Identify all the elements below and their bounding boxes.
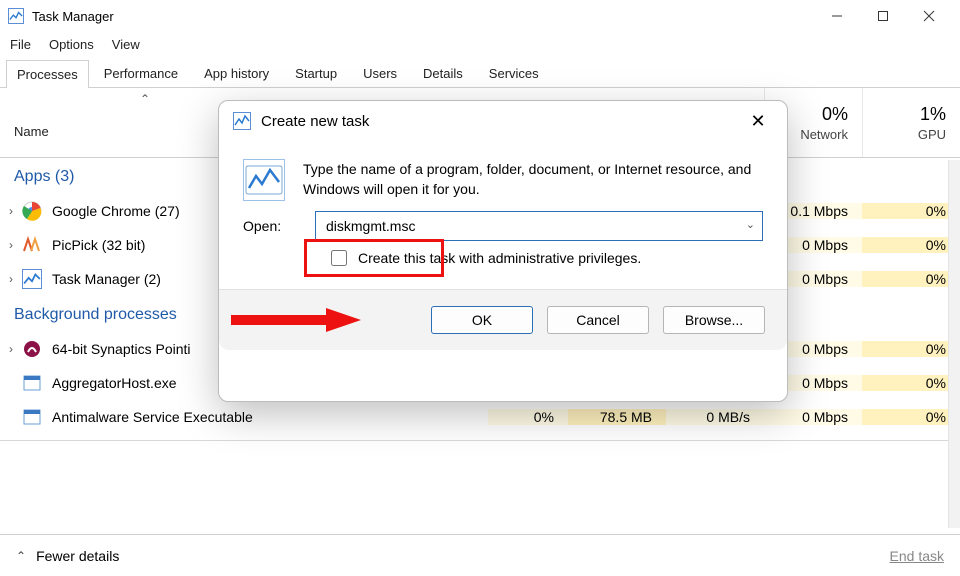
expand-icon[interactable]: › xyxy=(0,342,22,356)
cell-cpu: 0% xyxy=(488,409,568,425)
window-title: Task Manager xyxy=(32,9,114,24)
end-task-button[interactable]: End task xyxy=(890,548,944,564)
tab-users[interactable]: Users xyxy=(352,59,408,87)
picpick-icon xyxy=(22,235,42,255)
process-name: Antimalware Service Executable xyxy=(52,409,488,425)
list-divider xyxy=(0,440,960,441)
menu-options[interactable]: Options xyxy=(49,37,94,52)
tab-processes[interactable]: Processes xyxy=(6,60,89,88)
tab-startup[interactable]: Startup xyxy=(284,59,348,87)
table-row[interactable]: Antimalware Service Executable 0% 78.5 M… xyxy=(0,400,960,434)
tab-performance[interactable]: Performance xyxy=(93,59,189,87)
admin-checkbox[interactable] xyxy=(331,250,347,266)
create-task-dialog: Create new task ✕ Type the name of a pro… xyxy=(218,100,788,402)
close-button[interactable] xyxy=(906,0,952,32)
tab-services[interactable]: Services xyxy=(478,59,550,87)
col-network-label: Network xyxy=(800,127,848,142)
taskmgr-icon xyxy=(22,269,42,289)
cell-disk: 0 MB/s xyxy=(666,409,764,425)
fewer-details-link[interactable]: Fewer details xyxy=(36,548,119,564)
chevron-up-icon[interactable]: ⌃ xyxy=(16,549,26,563)
bottom-bar: ⌃ Fewer details End task xyxy=(0,534,960,576)
dialog-title: Create new task xyxy=(261,113,369,130)
cell-gpu: 0% xyxy=(862,203,960,219)
annotation-arrow xyxy=(231,306,361,334)
col-network-pct: 0% xyxy=(822,104,848,125)
cell-gpu: 0% xyxy=(862,409,960,425)
admin-label: Create this task with administrative pri… xyxy=(358,250,641,266)
vertical-scrollbar[interactable] xyxy=(948,160,960,528)
cell-network: 0 Mbps xyxy=(764,409,862,425)
cell-gpu: 0% xyxy=(862,375,960,391)
open-input[interactable] xyxy=(315,211,763,241)
maximize-button[interactable] xyxy=(860,0,906,32)
browse-button[interactable]: Browse... xyxy=(663,306,765,334)
tabs: Processes Performance App history Startu… xyxy=(0,56,960,88)
titlebar: Task Manager xyxy=(0,0,960,32)
taskmgr-icon xyxy=(8,8,24,24)
chrome-icon xyxy=(22,201,42,221)
expand-icon[interactable]: › xyxy=(0,238,22,252)
menu-view[interactable]: View xyxy=(112,37,140,52)
sort-caret-icon: ⌃ xyxy=(140,92,150,106)
cancel-button[interactable]: Cancel xyxy=(547,306,649,334)
run-dialog-titleicon xyxy=(233,112,251,130)
tab-app-history[interactable]: App history xyxy=(193,59,280,87)
cell-gpu: 0% xyxy=(862,237,960,253)
cell-gpu: 0% xyxy=(862,341,960,357)
dialog-description: Type the name of a program, folder, docu… xyxy=(303,159,763,201)
col-gpu-pct: 1% xyxy=(920,104,946,125)
menu-file[interactable]: File xyxy=(10,37,31,52)
tab-details[interactable]: Details xyxy=(412,59,474,87)
col-name-label: Name xyxy=(14,124,49,139)
ok-button[interactable]: OK xyxy=(431,306,533,334)
exe-icon xyxy=(22,407,42,427)
open-label: Open: xyxy=(243,218,295,234)
minimize-button[interactable] xyxy=(814,0,860,32)
col-gpu-label: GPU xyxy=(918,127,946,142)
dialog-close-button[interactable]: ✕ xyxy=(743,111,773,132)
dropdown-caret-icon[interactable]: ⌄ xyxy=(746,218,755,231)
exe-icon xyxy=(22,373,42,393)
menubar: File Options View xyxy=(0,32,960,56)
cell-memory: 78.5 MB xyxy=(568,409,666,425)
expand-icon[interactable]: › xyxy=(0,272,22,286)
cell-gpu: 0% xyxy=(862,271,960,287)
expand-icon[interactable]: › xyxy=(0,204,22,218)
run-icon xyxy=(243,159,285,201)
synaptics-icon xyxy=(22,339,42,359)
col-gpu[interactable]: 1% GPU xyxy=(862,88,960,157)
